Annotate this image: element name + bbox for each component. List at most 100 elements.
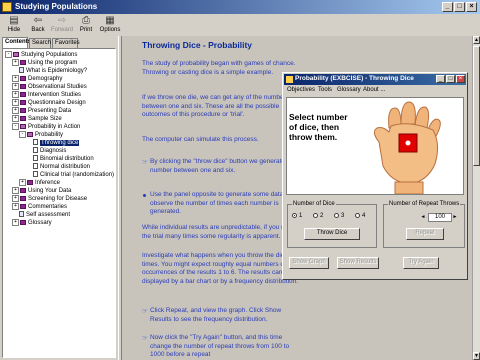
tree-item-probability-in-action[interactable]: - Probability in Action xyxy=(12,123,80,131)
radio-icon xyxy=(355,213,360,218)
book-open-icon xyxy=(27,132,33,137)
book-icon xyxy=(20,92,26,97)
book-icon xyxy=(20,108,26,113)
book-open-icon xyxy=(20,124,26,129)
tree-item-demography[interactable]: + Demography xyxy=(12,75,62,83)
tree-item-questionnaire-design[interactable]: + Questionnaire Design xyxy=(12,99,86,107)
menu-objectives[interactable]: Objectives xyxy=(287,86,315,95)
page-icon xyxy=(19,211,24,218)
tree-item-screening[interactable]: + Screening for Disease xyxy=(12,195,87,203)
minimize-button[interactable]: _ xyxy=(442,2,453,12)
paragraph: Investigate what happens when you throw … xyxy=(142,252,299,285)
paragraph: By clicking the "throw dice" button we g… xyxy=(150,158,291,174)
dice-close-button[interactable]: × xyxy=(456,75,465,83)
hide-button[interactable]: ▤ Hide xyxy=(2,15,26,35)
options-button[interactable]: ▦ Options xyxy=(98,15,122,35)
paragraph: If we throw one die, we can get any of t… xyxy=(142,94,290,118)
paragraph: While individual results are unpredictab… xyxy=(142,224,300,240)
hand-holding-die-illustration xyxy=(373,101,441,194)
book-icon xyxy=(27,180,33,185)
dice-maximize-button[interactable]: □ xyxy=(446,75,455,83)
book-icon xyxy=(20,196,26,201)
menu-tools[interactable]: Tools xyxy=(318,86,332,95)
dice-minimize-button[interactable]: _ xyxy=(436,75,445,83)
increase-icon[interactable]: ► xyxy=(452,213,458,222)
back-button[interactable]: ⇦ Back xyxy=(26,15,50,35)
hand-pointer-icon: ☞ xyxy=(142,159,148,166)
tree-item-normal[interactable]: Normal distribution xyxy=(33,163,90,171)
throw-dice-button[interactable]: Throw Dice xyxy=(304,228,360,240)
repeat-button[interactable]: Repeat xyxy=(406,228,444,240)
book-icon xyxy=(20,84,26,89)
maximize-button[interactable]: □ xyxy=(454,2,465,12)
scroll-down-icon[interactable]: ▼ xyxy=(473,352,480,360)
decrease-icon[interactable]: ◄ xyxy=(420,213,426,222)
tree-item-sample-size[interactable]: + Sample Size xyxy=(12,115,62,123)
tree-item-what-is-epidemiology[interactable]: What is Epidemiology? xyxy=(19,67,87,75)
options-icon: ▦ xyxy=(105,15,115,26)
dice-prompt: Select number of dice, then throw them. xyxy=(289,112,348,142)
book-icon xyxy=(20,220,26,225)
show-results-button[interactable]: Show Results xyxy=(337,257,379,269)
repeat-throws-label: Number of Repeat Throws xyxy=(388,200,461,208)
forward-arrow-icon: ⇨ xyxy=(57,15,67,26)
tab-favorites[interactable]: Favorites xyxy=(52,38,80,48)
tab-search[interactable]: Search xyxy=(29,38,51,48)
tree-item-glossary[interactable]: + Glossary xyxy=(12,219,52,227)
book-icon xyxy=(20,60,26,65)
page-icon xyxy=(33,171,38,178)
radio-icon xyxy=(334,213,339,218)
window-title-bar: Studying Populations _ □ × xyxy=(0,0,480,14)
scroll-up-icon[interactable]: ▲ xyxy=(473,36,480,44)
app-icon xyxy=(286,76,293,83)
page-icon xyxy=(33,139,38,146)
book-icon xyxy=(20,100,26,105)
app-book-icon xyxy=(2,2,12,12)
tree-item-diagnosis[interactable]: Diagnosis xyxy=(33,147,66,155)
page-icon xyxy=(19,67,24,74)
hand-pointer-icon: ☞ xyxy=(142,335,148,342)
topic-text: Throwing Dice - Probability The study of… xyxy=(142,36,304,360)
show-graph-button[interactable]: Show Graph xyxy=(289,257,329,269)
contents-tree: - Studying Populations + Using the program… xyxy=(2,48,116,358)
dice-option-4[interactable]: 4 xyxy=(355,213,385,220)
radio-icon xyxy=(313,213,318,218)
book-icon xyxy=(20,188,26,193)
printer-icon: ⎙ xyxy=(82,15,90,26)
tree-item-inference[interactable]: + Inference xyxy=(19,179,60,187)
page-icon xyxy=(33,155,38,162)
close-button[interactable]: × xyxy=(466,2,477,12)
tree-item-presenting-data[interactable]: + Presenting Data xyxy=(12,107,71,115)
tree-item-using-program[interactable]: + Using the program xyxy=(12,59,77,67)
tree-item-using-your-data[interactable]: + Using Your Data xyxy=(12,187,71,195)
tree-item-intervention-studies[interactable]: + Intervention Studies xyxy=(12,91,81,99)
content-scrollbar[interactable]: ▲ ▼ xyxy=(472,36,480,360)
paragraph: Click Repeat, and view the graph. Click … xyxy=(150,307,282,323)
page-icon xyxy=(33,163,38,170)
back-arrow-icon: ⇦ xyxy=(33,15,43,26)
bullet-icon xyxy=(143,194,146,197)
tree-item-probability[interactable]: - Probability xyxy=(19,131,63,139)
menu-about[interactable]: About ... xyxy=(363,86,385,95)
repeat-count-field[interactable]: 100 xyxy=(428,213,452,222)
tree-item-observational-studies[interactable]: + Observational Studies xyxy=(12,83,87,91)
forward-button[interactable]: ⇨ Forward xyxy=(50,15,74,35)
tree-item-studying-populations[interactable]: - Studying Populations xyxy=(5,51,77,59)
scroll-thumb[interactable] xyxy=(473,46,480,166)
tree-item-clinical-trial[interactable]: Clinical trial (randomization) xyxy=(33,171,114,179)
tab-contents[interactable]: Contents xyxy=(2,37,31,48)
book-icon xyxy=(20,204,26,209)
hand-pointer-icon: ☞ xyxy=(142,308,148,315)
book-icon xyxy=(20,76,26,81)
print-button[interactable]: ⎙ Print xyxy=(74,15,98,35)
tree-item-self-assessment[interactable]: Self assessment xyxy=(19,211,70,219)
paragraph: The computer can simulate this process. xyxy=(142,136,259,143)
tree-item-binomial[interactable]: Binomial distribution xyxy=(33,155,94,163)
number-of-dice-group: Number of Dice 1 2 3 4 Throw Dice xyxy=(287,200,377,248)
tree-item-throwing-dice[interactable]: Throwing dice xyxy=(33,139,80,147)
page-icon xyxy=(33,147,38,154)
menu-glossary[interactable]: Glossary xyxy=(337,86,361,95)
tree-item-commentaries[interactable]: + Commentaries xyxy=(12,203,67,211)
hide-icon: ▤ xyxy=(9,15,19,26)
try-again-button[interactable]: Try Again xyxy=(403,257,439,269)
